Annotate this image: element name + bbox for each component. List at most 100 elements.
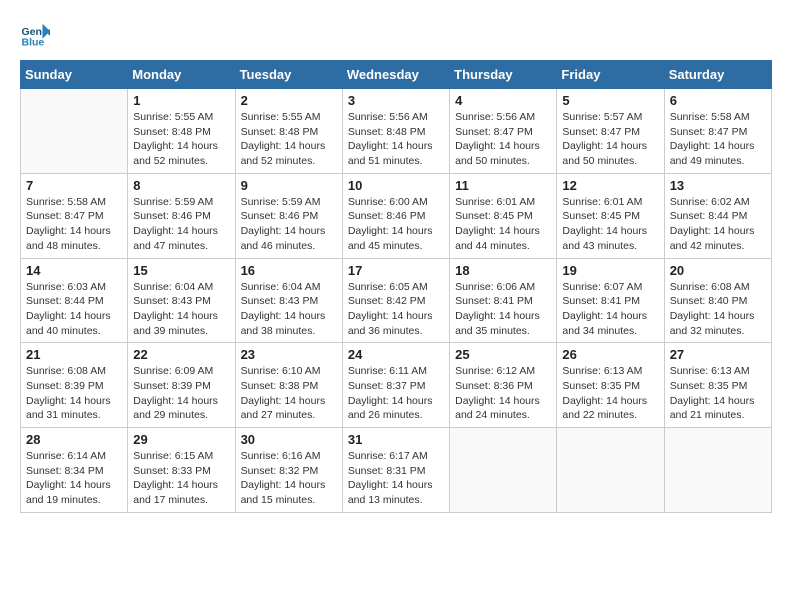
day-info: Sunrise: 6:16 AM Sunset: 8:32 PM Dayligh… [241, 449, 337, 508]
day-number: 24 [348, 347, 444, 362]
day-info: Sunrise: 6:05 AM Sunset: 8:42 PM Dayligh… [348, 280, 444, 339]
calendar-cell: 30 Sunrise: 6:16 AM Sunset: 8:32 PM Dayli… [235, 428, 342, 513]
calendar-cell: 27 Sunrise: 6:13 AM Sunset: 8:35 PM Dayli… [664, 343, 771, 428]
calendar-cell: 24 Sunrise: 6:11 AM Sunset: 8:37 PM Dayli… [342, 343, 449, 428]
day-info: Sunrise: 5:55 AM Sunset: 8:48 PM Dayligh… [133, 110, 229, 169]
calendar-cell: 16 Sunrise: 6:04 AM Sunset: 8:43 PM Dayli… [235, 258, 342, 343]
day-info: Sunrise: 5:57 AM Sunset: 8:47 PM Dayligh… [562, 110, 658, 169]
day-info: Sunrise: 6:17 AM Sunset: 8:31 PM Dayligh… [348, 449, 444, 508]
day-number: 8 [133, 178, 229, 193]
calendar-cell: 26 Sunrise: 6:13 AM Sunset: 8:35 PM Dayli… [557, 343, 664, 428]
day-info: Sunrise: 6:01 AM Sunset: 8:45 PM Dayligh… [455, 195, 551, 254]
day-number: 12 [562, 178, 658, 193]
day-info: Sunrise: 6:03 AM Sunset: 8:44 PM Dayligh… [26, 280, 122, 339]
day-number: 1 [133, 93, 229, 108]
day-number: 4 [455, 93, 551, 108]
logo: General Blue [20, 20, 54, 50]
calendar-cell: 11 Sunrise: 6:01 AM Sunset: 8:45 PM Dayli… [450, 173, 557, 258]
calendar-cell: 1 Sunrise: 5:55 AM Sunset: 8:48 PM Daylig… [128, 89, 235, 174]
calendar-cell: 10Sunrise: 6:00 AM Sunset: 8:46 PM Dayli… [342, 173, 449, 258]
calendar-cell: 14 Sunrise: 6:03 AM Sunset: 8:44 PM Dayli… [21, 258, 128, 343]
day-info: Sunrise: 6:09 AM Sunset: 8:39 PM Dayligh… [133, 364, 229, 423]
calendar-cell [21, 89, 128, 174]
calendar-cell: 31 Sunrise: 6:17 AM Sunset: 8:31 PM Dayli… [342, 428, 449, 513]
day-number: 17 [348, 263, 444, 278]
day-info: Sunrise: 5:59 AM Sunset: 8:46 PM Dayligh… [241, 195, 337, 254]
day-number: 7 [26, 178, 122, 193]
day-number: 15 [133, 263, 229, 278]
day-number: 9 [241, 178, 337, 193]
day-number: 2 [241, 93, 337, 108]
day-info: Sunrise: 6:04 AM Sunset: 8:43 PM Dayligh… [133, 280, 229, 339]
day-info: Sunrise: 6:08 AM Sunset: 8:39 PM Dayligh… [26, 364, 122, 423]
day-number: 3 [348, 93, 444, 108]
calendar-week-row: 14 Sunrise: 6:03 AM Sunset: 8:44 PM Dayli… [21, 258, 772, 343]
day-info: Sunrise: 6:13 AM Sunset: 8:35 PM Dayligh… [670, 364, 766, 423]
calendar-cell: 20 Sunrise: 6:08 AM Sunset: 8:40 PM Dayli… [664, 258, 771, 343]
calendar-cell: 13 Sunrise: 6:02 AM Sunset: 8:44 PM Dayli… [664, 173, 771, 258]
day-number: 31 [348, 432, 444, 447]
day-info: Sunrise: 5:58 AM Sunset: 8:47 PM Dayligh… [26, 195, 122, 254]
calendar-table: SundayMondayTuesdayWednesdayThursdayFrid… [20, 60, 772, 513]
day-info: Sunrise: 5:59 AM Sunset: 8:46 PM Dayligh… [133, 195, 229, 254]
day-number: 18 [455, 263, 551, 278]
day-number: 16 [241, 263, 337, 278]
page-header: General Blue [20, 20, 772, 50]
day-number: 13 [670, 178, 766, 193]
day-number: 6 [670, 93, 766, 108]
calendar-cell [664, 428, 771, 513]
day-number: 22 [133, 347, 229, 362]
day-number: 20 [670, 263, 766, 278]
day-number: 11 [455, 178, 551, 193]
calendar-cell [450, 428, 557, 513]
day-info: Sunrise: 6:02 AM Sunset: 8:44 PM Dayligh… [670, 195, 766, 254]
day-number: 27 [670, 347, 766, 362]
day-info: Sunrise: 6:13 AM Sunset: 8:35 PM Dayligh… [562, 364, 658, 423]
day-number: 26 [562, 347, 658, 362]
calendar-cell: 17 Sunrise: 6:05 AM Sunset: 8:42 PM Dayli… [342, 258, 449, 343]
calendar-cell: 4Sunrise: 5:56 AM Sunset: 8:47 PM Daylig… [450, 89, 557, 174]
calendar-week-row: 28 Sunrise: 6:14 AM Sunset: 8:34 PM Dayli… [21, 428, 772, 513]
weekday-header-row: SundayMondayTuesdayWednesdayThursdayFrid… [21, 61, 772, 89]
day-info: Sunrise: 6:06 AM Sunset: 8:41 PM Dayligh… [455, 280, 551, 339]
day-number: 19 [562, 263, 658, 278]
calendar-week-row: 1 Sunrise: 5:55 AM Sunset: 8:48 PM Daylig… [21, 89, 772, 174]
calendar-week-row: 21Sunrise: 6:08 AM Sunset: 8:39 PM Dayli… [21, 343, 772, 428]
day-number: 25 [455, 347, 551, 362]
day-info: Sunrise: 6:00 AM Sunset: 8:46 PM Dayligh… [348, 195, 444, 254]
day-info: Sunrise: 6:08 AM Sunset: 8:40 PM Dayligh… [670, 280, 766, 339]
day-info: Sunrise: 5:58 AM Sunset: 8:47 PM Dayligh… [670, 110, 766, 169]
calendar-cell: 7 Sunrise: 5:58 AM Sunset: 8:47 PM Daylig… [21, 173, 128, 258]
weekday-header-sunday: Sunday [21, 61, 128, 89]
day-number: 30 [241, 432, 337, 447]
day-number: 28 [26, 432, 122, 447]
calendar-cell [557, 428, 664, 513]
day-info: Sunrise: 6:07 AM Sunset: 8:41 PM Dayligh… [562, 280, 658, 339]
weekday-header-saturday: Saturday [664, 61, 771, 89]
calendar-cell: 18 Sunrise: 6:06 AM Sunset: 8:41 PM Dayli… [450, 258, 557, 343]
calendar-week-row: 7 Sunrise: 5:58 AM Sunset: 8:47 PM Daylig… [21, 173, 772, 258]
day-number: 5 [562, 93, 658, 108]
calendar-cell: 19 Sunrise: 6:07 AM Sunset: 8:41 PM Dayli… [557, 258, 664, 343]
svg-text:Blue: Blue [22, 37, 45, 49]
calendar-cell: 2 Sunrise: 5:55 AM Sunset: 8:48 PM Daylig… [235, 89, 342, 174]
day-info: Sunrise: 6:12 AM Sunset: 8:36 PM Dayligh… [455, 364, 551, 423]
day-info: Sunrise: 5:56 AM Sunset: 8:48 PM Dayligh… [348, 110, 444, 169]
day-info: Sunrise: 6:01 AM Sunset: 8:45 PM Dayligh… [562, 195, 658, 254]
day-info: Sunrise: 6:14 AM Sunset: 8:34 PM Dayligh… [26, 449, 122, 508]
weekday-header-monday: Monday [128, 61, 235, 89]
day-info: Sunrise: 5:55 AM Sunset: 8:48 PM Dayligh… [241, 110, 337, 169]
day-info: Sunrise: 6:11 AM Sunset: 8:37 PM Dayligh… [348, 364, 444, 423]
logo-icon: General Blue [20, 20, 50, 50]
day-number: 23 [241, 347, 337, 362]
calendar-cell: 22 Sunrise: 6:09 AM Sunset: 8:39 PM Dayli… [128, 343, 235, 428]
day-number: 14 [26, 263, 122, 278]
calendar-cell: 28 Sunrise: 6:14 AM Sunset: 8:34 PM Dayli… [21, 428, 128, 513]
day-info: Sunrise: 6:04 AM Sunset: 8:43 PM Dayligh… [241, 280, 337, 339]
weekday-header-friday: Friday [557, 61, 664, 89]
calendar-cell: 23Sunrise: 6:10 AM Sunset: 8:38 PM Dayli… [235, 343, 342, 428]
day-number: 29 [133, 432, 229, 447]
calendar-cell: 21Sunrise: 6:08 AM Sunset: 8:39 PM Dayli… [21, 343, 128, 428]
calendar-cell: 15 Sunrise: 6:04 AM Sunset: 8:43 PM Dayli… [128, 258, 235, 343]
calendar-cell: 5 Sunrise: 5:57 AM Sunset: 8:47 PM Daylig… [557, 89, 664, 174]
